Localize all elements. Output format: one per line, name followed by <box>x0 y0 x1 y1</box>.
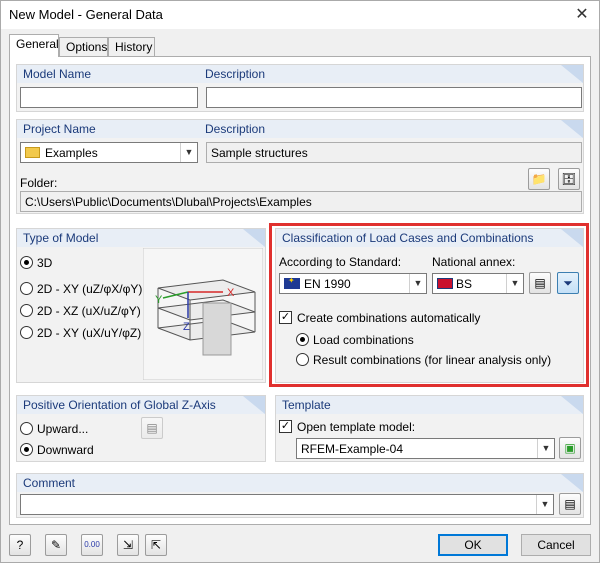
comment-list-icon: ▤ <box>564 497 576 511</box>
template-value: RFEM-Example-04 <box>301 442 404 456</box>
help-icon: ? <box>16 538 24 552</box>
radio-3d[interactable] <box>20 256 33 269</box>
radio-downward[interactable] <box>20 443 33 456</box>
export-icon: ⇱ <box>150 538 162 552</box>
comment-header: Comment <box>17 474 583 492</box>
radio-2d-xy-plane-label: 2D - XY (uX/uY/φZ) <box>37 326 142 340</box>
template-select[interactable]: RFEM-Example-04 ▼ <box>296 438 555 459</box>
project-name-select[interactable]: Examples ▼ <box>20 142 198 163</box>
radio-2d-xz[interactable] <box>20 304 33 317</box>
description-input[interactable] <box>206 87 582 108</box>
orientation-header: Positive Orientation of Global Z-Axis <box>17 396 265 414</box>
template-title: Template <box>282 398 331 412</box>
ok-button[interactable]: OK <box>438 534 508 556</box>
project-group: Project Name Description Examples ▼ Samp… <box>16 119 584 214</box>
comment-list-button[interactable]: ▤ <box>559 493 581 515</box>
comment-group: Comment ▼ ▤ <box>16 473 584 518</box>
radio-upward[interactable] <box>20 422 33 435</box>
help-button[interactable]: ? <box>9 534 31 556</box>
template-browse-button[interactable]: ▣ <box>559 437 581 459</box>
model-name-input[interactable] <box>20 87 198 108</box>
folder-label: Folder: <box>20 176 58 190</box>
new-project-button[interactable]: 📁 <box>528 168 550 190</box>
chevron-down-icon: ▼ <box>180 143 197 162</box>
template-group: Template ✓ Open template model: RFEM-Exa… <box>275 395 584 462</box>
description-label: Description <box>205 67 266 81</box>
project-header: Project Name Description <box>17 120 583 138</box>
chevron-down-icon: ▼ <box>536 495 553 514</box>
upward-label: Upward... <box>37 422 89 436</box>
folder-path-field: C:\Users\Public\Documents\Dlubal\Project… <box>20 191 582 212</box>
orientation-title: Positive Orientation of Global Z-Axis <box>23 398 216 412</box>
project-manager-icon: 🗄 <box>561 172 577 186</box>
classification-highlight <box>269 223 589 387</box>
radio-2d-xy-plate[interactable] <box>20 282 33 295</box>
tab-general[interactable]: General <box>9 34 59 57</box>
downward-label: Downward <box>37 443 94 457</box>
project-name-value: Examples <box>45 146 98 160</box>
edit-button[interactable]: ✎ <box>45 534 67 556</box>
import-icon: ⇲ <box>122 538 134 552</box>
cancel-button[interactable]: Cancel <box>521 534 591 556</box>
z-axis-label: Z <box>183 321 190 333</box>
radio-3d-label: 3D <box>37 256 53 270</box>
open-template-checkbox[interactable]: ✓ <box>279 420 292 433</box>
window-title: New Model - General Data <box>9 7 163 22</box>
radio-2d-xz-label: 2D - XZ (uX/uZ/φY) <box>37 304 141 318</box>
project-name-label: Project Name <box>23 122 96 136</box>
orientation-group: Positive Orientation of Global Z-Axis Up… <box>16 395 266 462</box>
orientation-settings-icon: ▤ <box>146 421 158 435</box>
comment-select[interactable]: ▼ <box>20 494 554 515</box>
new-model-dialog: New Model - General Data ✕ General Optio… <box>0 0 600 563</box>
y-axis-label: Y <box>155 294 163 306</box>
open-template-label: Open template model: <box>297 420 416 434</box>
new-folder-icon: 📁 <box>531 172 547 186</box>
close-button[interactable]: ✕ <box>569 2 595 28</box>
x-axis-label: X <box>227 287 235 299</box>
project-manager-button[interactable]: 🗄 <box>558 168 580 190</box>
type-of-model-group: Type of Model 3D 2D - XY (uZ/φX/φY) 2D -… <box>16 228 266 383</box>
model-name-header: Model Name Description <box>17 65 583 83</box>
folder-icon <box>25 147 40 158</box>
edit-icon: ✎ <box>50 538 62 552</box>
project-description-label: Description <box>205 122 266 136</box>
units-icon: 0.00 <box>84 540 100 549</box>
type-of-model-title: Type of Model <box>23 231 99 245</box>
comment-title: Comment <box>23 476 76 490</box>
template-header: Template <box>276 396 583 414</box>
type-of-model-header: Type of Model <box>17 229 265 247</box>
model-type-illustration: Y X Z <box>143 248 263 380</box>
model-name-label: Model Name <box>23 67 92 81</box>
radio-2d-xy-plane[interactable] <box>20 326 33 339</box>
units-button[interactable]: 0.00 <box>81 534 103 556</box>
title-bar: New Model - General Data ✕ <box>1 1 599 29</box>
tab-options[interactable]: Options <box>59 37 108 56</box>
export-button[interactable]: ⇱ <box>145 534 167 556</box>
orientation-settings-button[interactable]: ▤ <box>141 417 163 439</box>
project-description-field: Sample structures <box>206 142 582 163</box>
template-icon: ▣ <box>564 441 576 455</box>
radio-2d-xy-plate-label: 2D - XY (uZ/φX/φY) <box>37 282 143 296</box>
import-button[interactable]: ⇲ <box>117 534 139 556</box>
tab-history[interactable]: History <box>108 37 155 56</box>
model-name-group: Model Name Description <box>16 64 584 112</box>
chevron-down-icon: ▼ <box>537 439 554 458</box>
